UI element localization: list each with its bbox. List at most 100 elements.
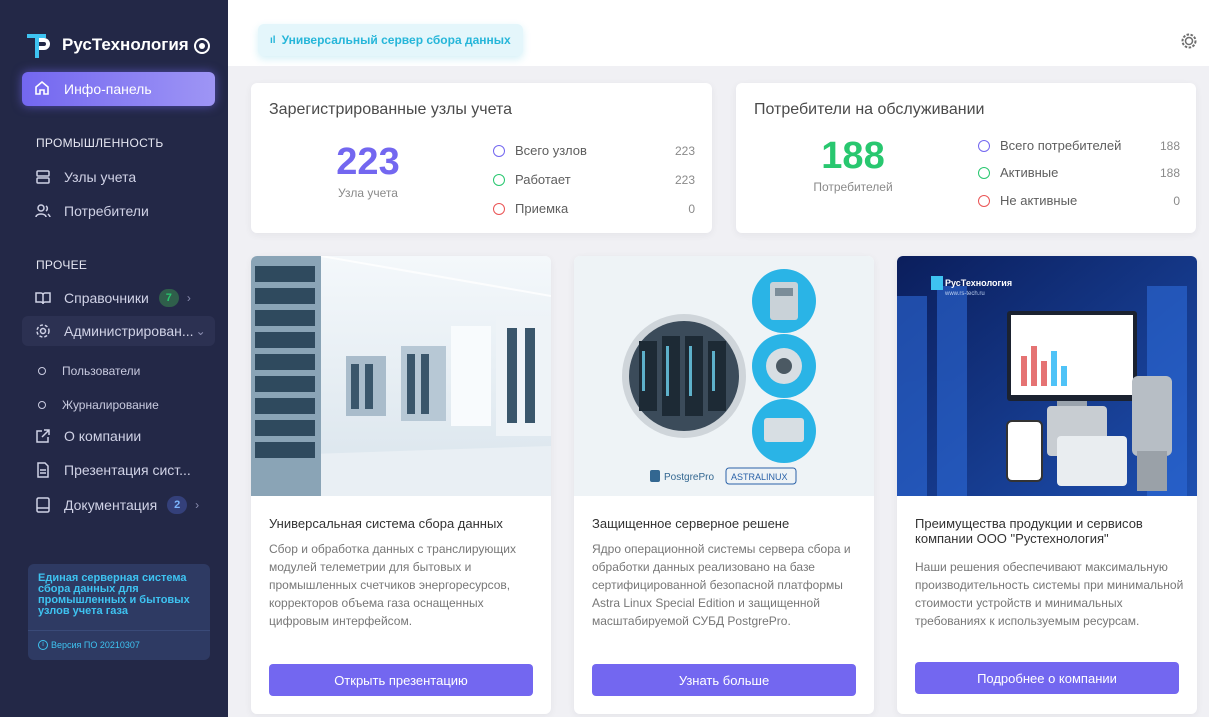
sidebar-item-label: Презентация сист...	[64, 462, 191, 478]
circle-icon	[493, 173, 505, 186]
circle-icon	[38, 401, 46, 409]
legend-row: Активные	[978, 165, 1058, 180]
circle-icon	[493, 202, 505, 215]
legend-value: 223	[674, 144, 695, 158]
legend-label: Всего потребителей	[1000, 138, 1122, 153]
card-title: Зарегистрированные узлы учета	[269, 101, 513, 118]
image-brand-url: www.rs-tech.ru	[944, 291, 985, 297]
sidebar-item-docs[interactable]: Документация 2 ›	[22, 490, 215, 520]
sidebar-item-label: Потребители	[64, 203, 149, 219]
legend-row: Приемка	[493, 201, 568, 216]
legend-label: Работает	[515, 172, 571, 187]
feature-description: Сбор и обработка данных с транслирующих …	[269, 542, 516, 628]
legend-row: Не активные	[978, 193, 1077, 208]
legend-value: 223	[674, 173, 695, 187]
gear-icon	[34, 322, 52, 340]
server-icon	[34, 168, 52, 186]
astralinux-logo: ASTRALINUX	[731, 472, 788, 482]
sidebar-item-label: Инфо-панель	[64, 81, 152, 97]
feature-title: Защищенное серверное решене	[592, 516, 790, 531]
sidebar-item-label: Администрирован...	[64, 323, 194, 339]
sidebar-item-label: Журналирование	[62, 398, 159, 412]
app-title-chip: ıl Универсальный сервер сбора данных	[258, 24, 523, 56]
sidebar: РусТехнология Инфо-панель ПРОМЫШЛЕННОСТЬ…	[0, 0, 228, 717]
chevron-right-icon: ›	[195, 498, 200, 512]
legend-row: Всего потребителей	[978, 138, 1121, 153]
card-title: Потребители на обслуживании	[754, 101, 985, 118]
sidebar-item-dashboard[interactable]: Инфо-панель	[22, 72, 215, 106]
chevron-right-icon: ›	[186, 291, 191, 305]
tablet-icon	[34, 496, 52, 514]
circle-icon	[493, 144, 505, 157]
image-brand-name: РусТехнология	[945, 278, 1012, 288]
promo-divider	[28, 630, 210, 631]
home-icon	[34, 80, 52, 98]
open-presentation-button[interactable]: Открыть презентацию	[269, 664, 533, 696]
version-label: Версия ПО 20210307	[51, 640, 140, 650]
sidebar-item-label: Пользователи	[62, 364, 141, 378]
sidebar-item-label: Документация	[64, 497, 158, 513]
feature-card-company: РусТехнология www.rs-tech.ru Преимуществ…	[897, 256, 1197, 714]
docs-count-badge: 2	[167, 496, 188, 514]
nodes-stat-card: Зарегистрированные узлы учета 223 Узла у…	[251, 83, 712, 233]
feature-description: Ядро операционной системы сервера сбора …	[592, 542, 851, 628]
server-solution-image: PostgrePro ASTRALINUX	[574, 256, 874, 496]
sidebar-item-presentation[interactable]: Презентация сист...	[22, 455, 215, 485]
sidebar-item-label: Узлы учета	[64, 169, 137, 185]
version-info: i Версия ПО 20210307	[38, 640, 140, 650]
legend-value: 188	[1159, 166, 1180, 180]
directories-count-badge: 7	[158, 289, 179, 307]
section-industry: ПРОМЫШЛЕННОСТЬ	[36, 136, 164, 150]
circle-icon	[38, 367, 46, 375]
consumers-stat-card: Потребители на обслуживании 188 Потребит…	[736, 83, 1196, 233]
app-title: Универсальный сервер сбора данных	[281, 33, 511, 47]
legend-label: Активные	[1000, 165, 1059, 180]
consumers-total-label: Потребителей	[813, 180, 893, 194]
learn-more-button[interactable]: Узнать больше	[592, 664, 856, 696]
sidebar-toggle-icon[interactable]	[194, 38, 210, 54]
sidebar-subitem-users[interactable]: Пользователи	[22, 358, 215, 384]
promo-box: Единая серверная система сбора данных дл…	[28, 564, 210, 660]
nodes-total-label: Узла учета	[338, 186, 398, 200]
legend-value: 0	[1173, 194, 1180, 208]
feature-title: Преимущества продукции и сервисов компан…	[915, 516, 1143, 546]
bar-chart-icon: ıl	[270, 34, 276, 46]
legend-label: Не активные	[1000, 193, 1078, 208]
legend-row: Работает	[493, 172, 571, 187]
feature-description: Наши решения обеспечивают максимальную п…	[915, 560, 1184, 628]
sidebar-item-label: Справочники	[64, 290, 149, 306]
promo-title: Единая серверная система сбора данных дл…	[38, 572, 190, 617]
sidebar-item-label: О компании	[64, 428, 142, 444]
about-company-button[interactable]: Подробнее о компании	[915, 662, 1179, 694]
feature-title: Универсальная система сбора данных	[269, 516, 503, 531]
sidebar-subitem-logging[interactable]: Журналирование	[22, 392, 215, 418]
nodes-total: 223	[336, 141, 400, 183]
postgrepro-logo: PostgrePro	[664, 472, 714, 483]
sidebar-item-about[interactable]: О компании	[22, 421, 215, 451]
sidebar-item-directories[interactable]: Справочники 7 ›	[22, 283, 215, 313]
sidebar-item-consumers[interactable]: Потребители	[22, 196, 215, 226]
legend-value: 0	[688, 202, 695, 216]
feature-card-server: PostgrePro ASTRALINUX Защищенное серверн…	[574, 256, 874, 714]
legend-value: 188	[1159, 139, 1180, 153]
section-other: ПРОЧЕЕ	[36, 258, 88, 272]
chevron-down-icon: ⌄	[195, 324, 206, 338]
users-icon	[34, 202, 52, 220]
sidebar-item-nodes[interactable]: Узлы учета	[22, 162, 215, 192]
book-icon	[34, 289, 52, 307]
brand[interactable]: РусТехнология	[24, 30, 189, 60]
circle-icon	[978, 194, 990, 207]
legend-row: Всего узлов	[493, 143, 587, 158]
settings-icon[interactable]	[1180, 32, 1198, 50]
legend-label: Всего узлов	[515, 143, 587, 158]
external-link-icon	[34, 427, 52, 445]
circle-icon	[978, 166, 990, 179]
brand-logo-icon	[27, 34, 50, 58]
feature-card-system: Универсальная система сбора данных Сбор …	[251, 256, 551, 714]
info-icon: i	[38, 640, 48, 650]
company-products-image: РусТехнология www.rs-tech.ru	[897, 256, 1197, 496]
sidebar-item-admin[interactable]: Администрирован... ⌄	[22, 316, 215, 346]
legend-label: Приемка	[515, 201, 569, 216]
file-text-icon	[34, 461, 52, 479]
circle-icon	[978, 139, 990, 152]
